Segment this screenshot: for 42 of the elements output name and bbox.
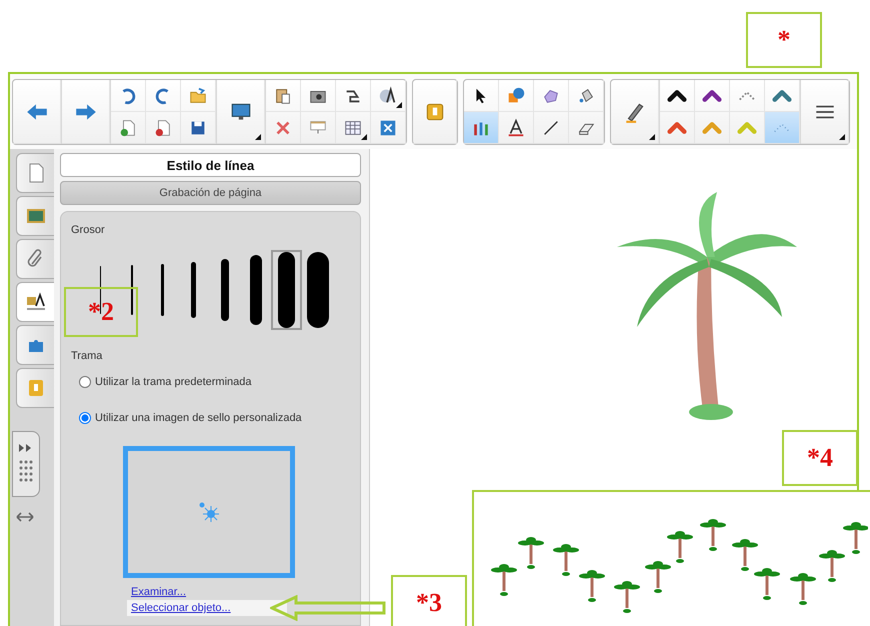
section-label: Trama xyxy=(71,350,104,362)
radio-option[interactable]: Utilizar una imagen de sello personalizada xyxy=(79,412,350,424)
dropdown-arrow-icon xyxy=(839,134,845,140)
toolbar-button[interactable] xyxy=(301,80,336,112)
dropdown-arrow-icon xyxy=(649,134,655,140)
link[interactable]: Seleccionar objeto... xyxy=(127,600,287,616)
new-page-icon xyxy=(118,118,138,138)
collapse-handle[interactable] xyxy=(12,431,40,497)
thickness-option[interactable] xyxy=(271,250,302,330)
toolbar-button[interactable] xyxy=(336,80,371,112)
text-icon xyxy=(506,118,526,138)
link[interactable]: Examinar... xyxy=(127,584,190,600)
resize-arrows-icon xyxy=(16,512,34,522)
radio-button[interactable] xyxy=(79,412,91,424)
panel-header[interactable]: Estilo de línea xyxy=(60,153,361,177)
annotation-label: *2 xyxy=(64,287,138,337)
toolbar-button[interactable] xyxy=(499,112,534,144)
fullscreen-icon xyxy=(378,118,398,138)
dropdown-arrow-icon xyxy=(361,134,367,140)
dropdown-arrow-icon xyxy=(396,102,402,108)
folder-icon xyxy=(188,86,208,106)
toolbar-button[interactable] xyxy=(801,80,849,144)
shapes-icon xyxy=(506,86,526,106)
radio-option[interactable]: Utilizar la trama predeterminada xyxy=(79,376,350,388)
toolbar-button[interactable] xyxy=(217,80,265,144)
section-label: Grosor xyxy=(71,224,106,236)
toolbar-button[interactable] xyxy=(660,80,695,112)
resize-button[interactable] xyxy=(16,512,34,522)
delete-page-icon xyxy=(153,118,173,138)
annotation-label: *4 xyxy=(782,430,858,486)
sparkle-icon xyxy=(197,500,221,524)
properties-icon xyxy=(24,291,46,313)
annotation-label: *3 xyxy=(391,575,467,626)
radio-button[interactable] xyxy=(79,376,91,388)
panel-subheader[interactable]: Grabación de página xyxy=(60,181,361,205)
toolbar-button[interactable] xyxy=(181,112,216,144)
toolbar-button[interactable] xyxy=(371,80,406,112)
toolbar-button[interactable] xyxy=(695,80,730,112)
annotation-label: * xyxy=(746,12,822,68)
toolbar-button[interactable] xyxy=(569,112,604,144)
side-tab[interactable] xyxy=(16,282,54,322)
dropdown-arrow-icon xyxy=(255,134,261,140)
